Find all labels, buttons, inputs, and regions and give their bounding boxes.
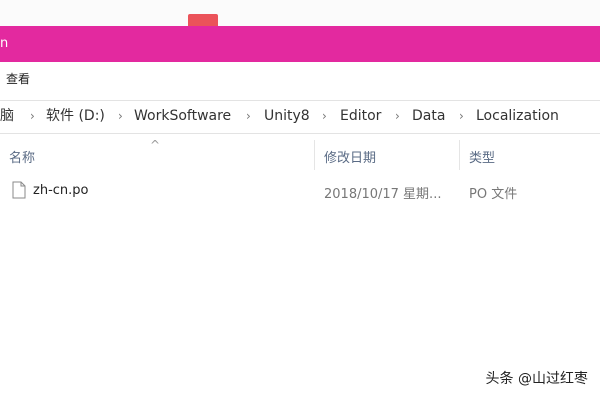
breadcrumb-separator[interactable]: ›: [395, 101, 400, 131]
breadcrumb-separator[interactable]: ›: [322, 101, 327, 131]
column-header-type[interactable]: 类型: [469, 147, 495, 166]
column-header-name[interactable]: 名称: [9, 147, 35, 166]
ribbon-bar: 查看: [0, 62, 600, 96]
file-type: PO 文件: [469, 187, 518, 202]
window-title-bar: n: [0, 26, 600, 62]
column-divider[interactable]: [314, 140, 315, 170]
file-icon: [12, 181, 26, 199]
file-modified-date: 2018/10/17 星期...: [324, 187, 442, 202]
watermark: 头条 @山过红枣: [485, 371, 588, 387]
sort-ascending-icon: ^: [150, 138, 161, 152]
column-header-row: ^ 名称 修改日期 类型: [0, 138, 600, 174]
breadcrumb-item-data[interactable]: Data: [412, 101, 445, 131]
breadcrumb-separator[interactable]: ›: [118, 101, 123, 131]
breadcrumb-separator[interactable]: ›: [246, 101, 251, 131]
breadcrumb-item-drive[interactable]: 软件 (D:): [46, 101, 105, 131]
file-name: zh-cn.po: [33, 183, 89, 198]
breadcrumb-item-this-pc[interactable]: 脑: [0, 101, 14, 131]
taskbar-tab-fragment: [188, 14, 218, 26]
column-header-modified[interactable]: 修改日期: [324, 147, 376, 166]
column-divider[interactable]: [459, 140, 460, 170]
window-title: n: [0, 36, 9, 51]
file-row[interactable]: zh-cn.po 2018/10/17 星期... PO 文件: [0, 176, 600, 206]
breadcrumb-item-editor[interactable]: Editor: [340, 101, 381, 131]
breadcrumb-item-localization[interactable]: Localization: [476, 101, 559, 131]
breadcrumb-separator[interactable]: ›: [30, 101, 35, 131]
breadcrumb-item-worksoftware[interactable]: WorkSoftware: [134, 101, 231, 131]
breadcrumb-separator[interactable]: ›: [459, 101, 464, 131]
top-strip: [0, 0, 600, 26]
address-bar[interactable]: 脑 › 软件 (D:) › WorkSoftware › Unity8 › Ed…: [0, 100, 600, 134]
breadcrumb-item-unity[interactable]: Unity8: [264, 101, 310, 131]
ribbon-tab-view[interactable]: 查看: [6, 72, 30, 86]
